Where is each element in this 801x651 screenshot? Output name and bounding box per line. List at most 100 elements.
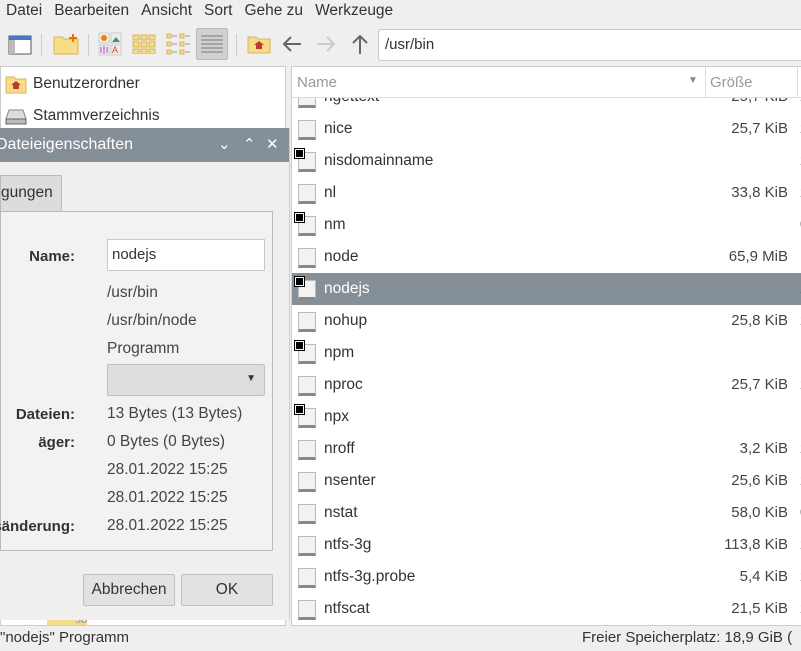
icon-view-icon (132, 34, 156, 54)
file-size: 33,8 KiB (731, 184, 788, 201)
compact-view-icon (166, 33, 190, 55)
menu-werkzeuge[interactable]: Werkzeuge (309, 0, 399, 22)
symlink-icon (294, 404, 305, 415)
executable-file-icon (298, 536, 316, 556)
file-row[interactable]: nodejs2 (292, 273, 801, 305)
date-value-1: 28.01.2022 15:25 (107, 461, 228, 478)
executable-file-icon (298, 600, 316, 620)
file-list-pane: Name ▼ Größe ngettext25,7 KiB2nice25,7 K… (291, 66, 801, 626)
file-row[interactable]: ntfs-3g.probe5,4 KiB2 (292, 561, 801, 593)
home-button[interactable] (243, 28, 275, 60)
tab-permissions[interactable]: gungen (0, 175, 62, 211)
executable-file-icon (298, 376, 316, 396)
file-row[interactable]: nohup25,8 KiB2 (292, 305, 801, 337)
file-row[interactable]: nroff3,2 KiB2 (292, 433, 801, 465)
icon-view-button[interactable] (128, 28, 160, 60)
file-name: nproc (324, 376, 363, 393)
home-folder-icon (5, 76, 27, 94)
file-row[interactable]: nproc25,7 KiB2 (292, 369, 801, 401)
back-button[interactable] (276, 28, 308, 60)
file-row[interactable]: nsenter25,6 KiB2 (292, 465, 801, 497)
file-size: 5,4 KiB (739, 568, 788, 585)
file-list: ngettext25,7 KiB2nice25,7 KiB2nisdomainn… (292, 98, 801, 625)
file-size: 113,8 KiB (724, 536, 788, 553)
new-folder-icon (53, 34, 79, 55)
symlink-icon (294, 212, 305, 223)
file-row[interactable]: nl33,8 KiB2 (292, 177, 801, 209)
symlink-icon (294, 148, 305, 159)
ok-button[interactable]: OK (181, 574, 273, 606)
file-name: nm (324, 216, 346, 233)
file-size: 25,8 KiB (731, 312, 788, 329)
detailed-list-view-button[interactable] (196, 28, 228, 60)
menu-gehe-zu[interactable]: Gehe zu (238, 0, 309, 22)
menu-sort[interactable]: Sort (198, 0, 238, 22)
date-value-2: 28.01.2022 15:25 (107, 489, 228, 506)
cancel-button[interactable]: Abbrechen (83, 574, 175, 606)
file-name: ntfs-3g.probe (324, 568, 416, 585)
name-label: Name: (29, 248, 75, 265)
name-input[interactable]: nodejs (107, 239, 265, 271)
file-row[interactable]: npx (292, 401, 801, 433)
file-row[interactable]: nisdomainname2 (292, 145, 801, 177)
disk-size-label: äger: (38, 434, 75, 451)
file-row[interactable]: ntfscat21,5 KiB2 (292, 593, 801, 625)
file-row[interactable]: ntfs-3g113,8 KiB2 (292, 529, 801, 561)
file-size: 58,0 KiB (731, 504, 788, 521)
file-name: npm (324, 344, 355, 361)
place-root[interactable]: Stammverzeichnis (1, 101, 160, 131)
size-label: Dateien: (15, 406, 75, 423)
dialog-titlebar[interactable]: Dateieigenschaften ⌄ ⌃ ✕ (0, 128, 289, 162)
file-row[interactable]: npm (292, 337, 801, 369)
up-button[interactable] (344, 28, 376, 60)
minimize-button[interactable]: ⌄ (218, 128, 231, 162)
menu-datei[interactable]: Datei (0, 0, 48, 22)
column-size[interactable]: Größe (710, 74, 753, 91)
arrow-up-icon (352, 34, 368, 54)
compact-view-button[interactable] (162, 28, 194, 60)
disk-size-value: 0 Bytes (0 Bytes) (107, 433, 226, 450)
forward-button[interactable] (310, 28, 342, 60)
file-row[interactable]: nstat58,0 KiB0 (292, 497, 801, 529)
svg-text:A: A (112, 45, 118, 55)
chevron-down-icon: ▼ (246, 373, 256, 384)
column-name[interactable]: Name (297, 74, 337, 91)
drive-icon (5, 109, 27, 125)
file-row[interactable]: node65,9 MiB1 (292, 241, 801, 273)
file-size: 65,9 MiB (728, 248, 788, 265)
file-row[interactable]: nice25,7 KiB2 (292, 113, 801, 145)
symlink-icon (294, 340, 305, 351)
menu-bearbeiten[interactable]: Bearbeiten (48, 0, 135, 22)
script-file-icon (298, 440, 316, 460)
place-label: Benutzerordner (33, 75, 140, 92)
maximize-button[interactable]: ⌃ (243, 128, 256, 162)
file-name: ntfscat (324, 600, 370, 617)
new-window-icon (8, 35, 32, 55)
path-input[interactable]: /usr/bin (378, 29, 801, 61)
file-row[interactable]: nm0 (292, 209, 801, 241)
new-folder-button[interactable] (50, 28, 82, 60)
file-name: nodejs (324, 280, 370, 297)
executable-file-icon (298, 568, 316, 588)
file-properties-dialog: Dateieigenschaften ⌄ ⌃ ✕ gungen Name: no… (0, 128, 290, 620)
file-name: ntfs-3g (324, 536, 372, 553)
new-window-button[interactable] (4, 28, 36, 60)
thumbnail-view-button[interactable]: A (94, 28, 126, 60)
file-size: 25,7 KiB (731, 98, 788, 105)
symlink-icon (294, 276, 305, 287)
file-name: nsenter (324, 472, 376, 489)
file-size: 21,5 KiB (731, 600, 788, 617)
executable-file-icon (298, 120, 316, 140)
executable-file-icon (298, 312, 316, 332)
place-home[interactable]: Benutzerordner (1, 69, 140, 99)
file-name: npx (324, 408, 349, 425)
menu-bar: Datei Bearbeiten Ansicht Sort Gehe zu We… (0, 0, 801, 22)
executable-file-icon (298, 248, 316, 268)
open-with-dropdown[interactable]: ▼ (107, 364, 265, 396)
close-button[interactable]: ✕ (266, 128, 279, 162)
file-size: 25,7 KiB (731, 120, 788, 137)
file-name: nice (324, 120, 353, 137)
menu-ansicht[interactable]: Ansicht (135, 0, 198, 22)
file-row[interactable]: ngettext25,7 KiB2 (292, 98, 801, 113)
location-value: /usr/bin (107, 284, 158, 301)
